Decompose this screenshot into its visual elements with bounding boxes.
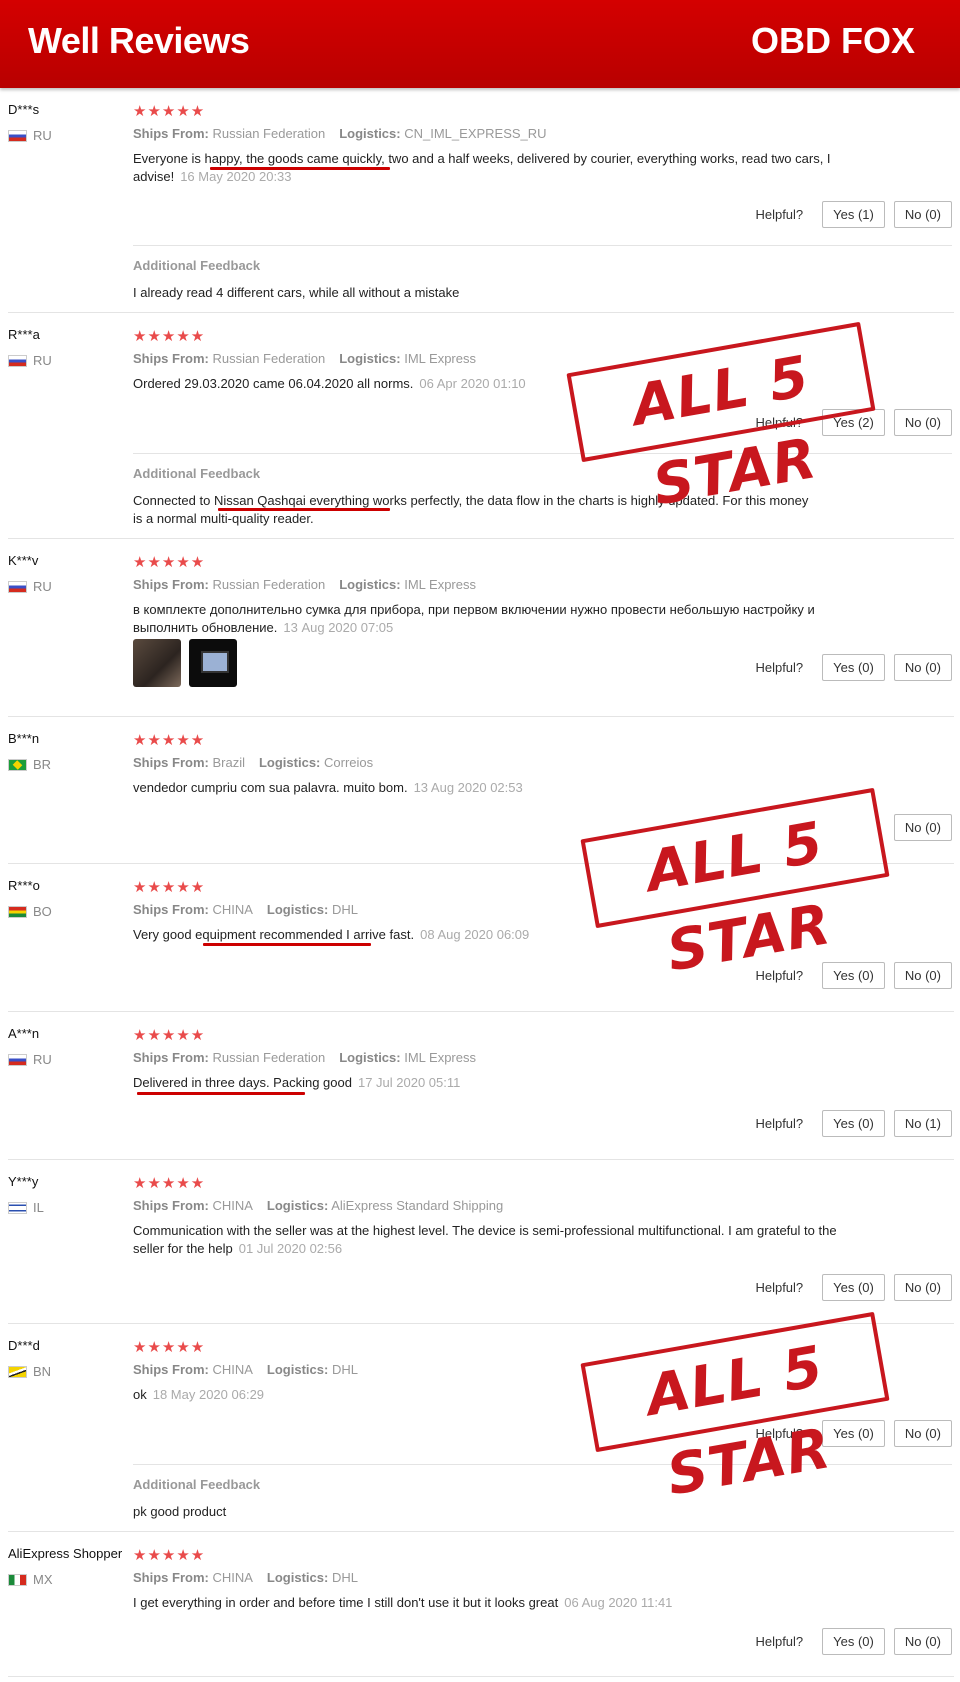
helpful-yes-button[interactable]: Yes (0) — [822, 1420, 885, 1447]
reviewer-name: D***d — [8, 1338, 40, 1353]
shipping-info: Ships From: CHINA Logistics: DHL — [133, 902, 358, 917]
additional-feedback: Additional Feedback I already read 4 dif… — [133, 245, 952, 314]
reviewer-name: A***n — [8, 1026, 40, 1041]
review-date: 13 Aug 2020 07:05 — [283, 620, 394, 635]
shipping-info: Ships From: CHINA Logistics: DHL — [133, 1362, 358, 1377]
review-date: 13 Aug 2020 02:53 — [413, 780, 523, 795]
reviewer-name: AliExpress Shopper — [8, 1546, 123, 1561]
review-date: 17 Jul 2020 05:11 — [357, 1075, 461, 1090]
review-date: 06 Aug 2020 11:41 — [564, 1595, 673, 1610]
helpful-yes-button[interactable]: Yes (0) — [822, 654, 885, 681]
rating-stars: ★★★★★ — [133, 103, 206, 120]
rating-stars: ★★★★★ — [133, 732, 206, 749]
reviewer-name: R***a — [8, 327, 40, 342]
additional-feedback: Additional Feedback Connected to Nissan … — [133, 453, 952, 540]
shipping-info: Ships From: Russian Federation Logistics:… — [133, 351, 476, 366]
review-date: 16 May 2020 20:33 — [180, 169, 292, 184]
review-text: Delivered in three days. Packing good 17 … — [133, 1075, 461, 1090]
highlight-underline — [210, 167, 390, 170]
flag-bo-icon — [8, 905, 27, 918]
rating-stars: ★★★★★ — [133, 1547, 206, 1564]
helpful-no-button[interactable]: No (0) — [893, 201, 952, 228]
review-photo-thumbnail[interactable] — [133, 639, 181, 687]
highlight-underline — [218, 508, 390, 511]
review-text: vendedor cumpriu com sua palavra. muito … — [133, 780, 523, 795]
helpful-no-button[interactable]: No (0) — [893, 1274, 952, 1301]
shipping-info: Ships From: Brazil Logistics: Correios — [133, 755, 374, 770]
helpful-no-button[interactable]: No (0) — [893, 1628, 952, 1655]
review-date: 06 Apr 2020 01:10 — [419, 376, 526, 391]
page-header: Well Reviews OBD FOX — [0, 0, 960, 88]
helpful-controls: Helpful? Yes (0) No (0) — [755, 1274, 952, 1301]
flag-ru-icon — [8, 580, 27, 593]
review-item: Y***y IL ★★★★★ Ships From: CHINA Logistic… — [0, 1160, 960, 1324]
flag-ru-icon — [8, 129, 27, 142]
review-item: D***s RU ★★★★★ Ships From: Russian Feder… — [0, 88, 960, 313]
flag-bn-icon — [8, 1365, 27, 1378]
review-item: K***v RU ★★★★★ Ships From: Russian Feder… — [0, 539, 960, 717]
rating-stars: ★★★★★ — [133, 1175, 206, 1192]
review-photo-thumbnail[interactable] — [189, 639, 237, 687]
shipping-info: Ships From: Russian Federation Logistics:… — [133, 577, 476, 592]
helpful-no-button[interactable]: No (1) — [893, 1110, 952, 1137]
flag-mx-icon — [8, 1573, 27, 1586]
review-photos — [133, 639, 245, 687]
rating-stars: ★★★★★ — [133, 328, 206, 345]
flag-ru-icon — [8, 1053, 27, 1066]
flag-il-icon — [8, 1201, 27, 1214]
rating-stars: ★★★★★ — [133, 1027, 206, 1044]
reviewer-country: MX — [8, 1572, 53, 1587]
rating-stars: ★★★★★ — [133, 554, 206, 571]
helpful-controls: No (0) — [885, 814, 952, 841]
helpful-no-button[interactable]: No (0) — [893, 409, 952, 436]
helpful-yes-button[interactable]: Yes (0) — [822, 1274, 885, 1301]
review-date: 01 Jul 2020 02:56 — [238, 1241, 343, 1256]
highlight-underline — [137, 1092, 305, 1095]
reviewer-country: RU — [8, 579, 52, 594]
reviewer-country: RU — [8, 353, 52, 368]
brand-name: OBD FOX — [750, 20, 915, 61]
page-title: Well Reviews — [28, 20, 250, 61]
review-item: A***n RU ★★★★★ Ships From: Russian Feder… — [0, 1012, 960, 1160]
highlight-underline — [203, 943, 371, 946]
helpful-controls: Helpful? Yes (1) No (0) — [755, 201, 952, 228]
shipping-info: Ships From: CHINA Logistics: AliExpress S… — [133, 1198, 504, 1213]
flag-br-icon — [8, 758, 27, 771]
helpful-controls: Helpful? Yes (0) No (0) — [755, 1628, 952, 1655]
reviewer-name: K***v — [8, 553, 39, 568]
helpful-yes-button[interactable]: Yes (0) — [822, 1110, 885, 1137]
shipping-info: Ships From: Russian Federation Logistics:… — [133, 126, 547, 141]
helpful-yes-button[interactable]: Yes (0) — [822, 962, 885, 989]
review-text: Communication with the seller was at the… — [133, 1223, 837, 1256]
helpful-controls: Helpful? Yes (0) No (0) — [755, 654, 952, 681]
reviewer-country: BR — [8, 757, 51, 772]
helpful-no-button[interactable]: No (0) — [893, 654, 952, 681]
helpful-controls: Helpful? Yes (0) No (1) — [755, 1110, 952, 1137]
reviewer-country: IL — [8, 1200, 44, 1215]
reviewer-country: BN — [8, 1364, 51, 1379]
reviewer-name: Y***y — [8, 1174, 39, 1189]
rating-stars: ★★★★★ — [133, 1339, 206, 1356]
reviewer-country: RU — [8, 128, 52, 143]
shipping-info: Ships From: CHINA Logistics: DHL — [133, 1570, 358, 1585]
reviewer-country: BO — [8, 904, 52, 919]
shipping-info: Ships From: Russian Federation Logistics:… — [133, 1050, 476, 1065]
review-text: I get everything in order and before tim… — [133, 1595, 673, 1610]
reviewer-country: RU — [8, 1052, 52, 1067]
reviewer-name: B***n — [8, 731, 40, 746]
rating-stars: ★★★★★ — [133, 879, 206, 896]
flag-ru-icon — [8, 354, 27, 367]
review-text: в комплекте дополнительно сумка для приб… — [133, 602, 815, 635]
helpful-yes-button[interactable]: Yes (0) — [822, 1628, 885, 1655]
review-date: 08 Aug 2020 06:09 — [420, 927, 530, 942]
divider — [8, 1676, 954, 1677]
review-date: 18 May 2020 06:29 — [152, 1387, 265, 1402]
reviewer-name: R***o — [8, 878, 40, 893]
review-item: AliExpress Shopper MX ★★★★★ Ships From: … — [0, 1532, 960, 1682]
helpful-no-button[interactable]: No (0) — [893, 1420, 952, 1447]
helpful-yes-button[interactable]: Yes (1) — [822, 201, 885, 228]
reviewer-name: D***s — [8, 102, 40, 117]
helpful-no-button[interactable]: No (0) — [893, 962, 952, 989]
helpful-no-button[interactable]: No (0) — [893, 814, 952, 841]
